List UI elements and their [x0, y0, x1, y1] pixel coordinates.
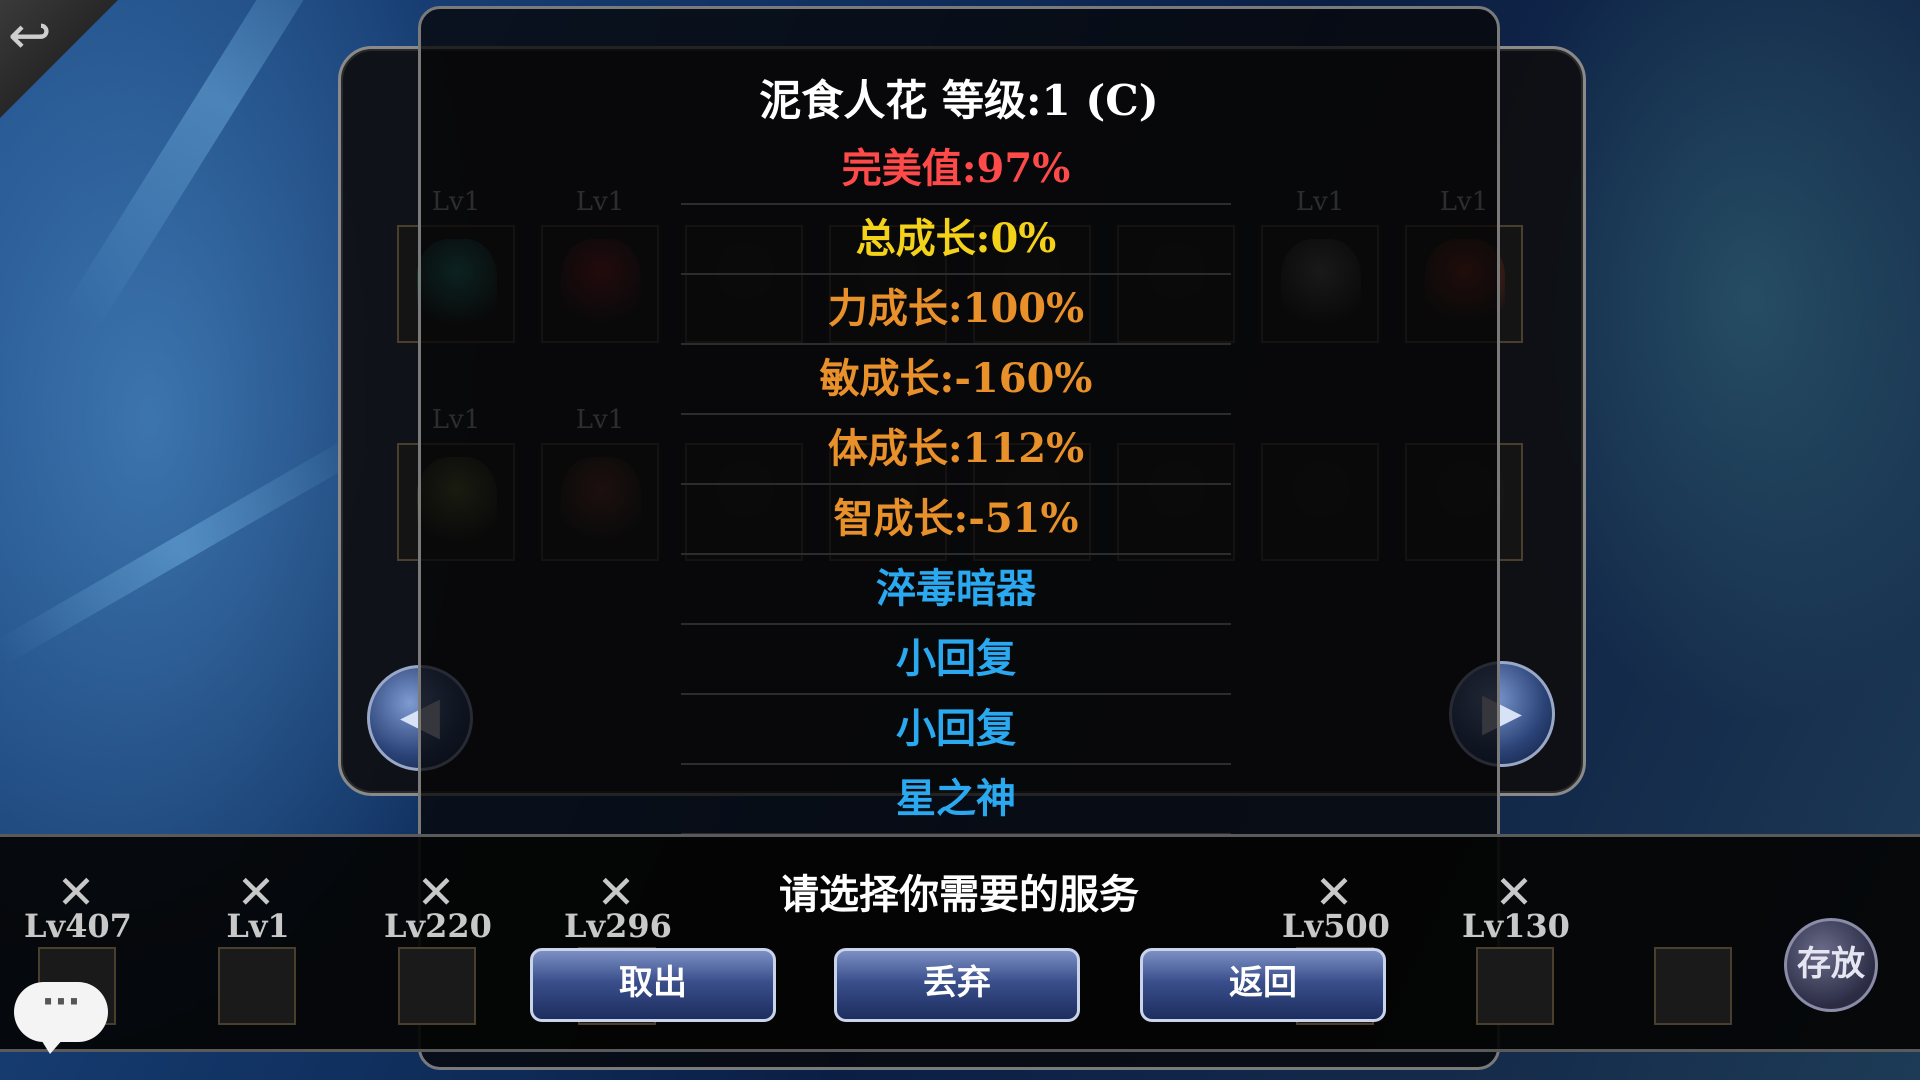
stat-row: 小回复 [681, 625, 1231, 695]
stat-row: 星之神 [681, 765, 1231, 835]
pet-slot[interactable] [398, 947, 476, 1025]
take-out-button[interactable]: 取出 [530, 948, 776, 1022]
stat-row: 体成长:112% [681, 415, 1231, 485]
stat-row: 淬毒暗器 [681, 555, 1231, 625]
discard-button[interactable]: 丢弃 [834, 948, 1080, 1022]
back-arrow-icon: ↩ [8, 6, 52, 66]
pet-slot[interactable] [1476, 947, 1554, 1025]
store-button[interactable]: 存放 [1784, 918, 1878, 1012]
stat-row: 智成长:-51% [681, 485, 1231, 555]
pet-name-title: 泥食人花 等级:1 (C) [759, 76, 1159, 125]
pet-slot[interactable] [218, 947, 296, 1025]
stat-row: 敏成长:-160% [681, 345, 1231, 415]
stat-row: 小回复 [681, 695, 1231, 765]
pet-level-label: Lv1 [226, 907, 290, 945]
empty-pet-slot[interactable] [1654, 947, 1732, 1025]
stat-row: 完美值:97% [681, 135, 1231, 205]
return-button[interactable]: 返回 [1140, 948, 1386, 1022]
stat-row: 力成长:100% [681, 275, 1231, 345]
pet-level-label: Lv407 [24, 907, 132, 945]
chat-bubble-icon[interactable]: ··· [14, 982, 108, 1054]
stat-row: 总成长:0% [681, 205, 1231, 275]
service-prompt: 请选择你需要的服务 [779, 871, 1139, 918]
